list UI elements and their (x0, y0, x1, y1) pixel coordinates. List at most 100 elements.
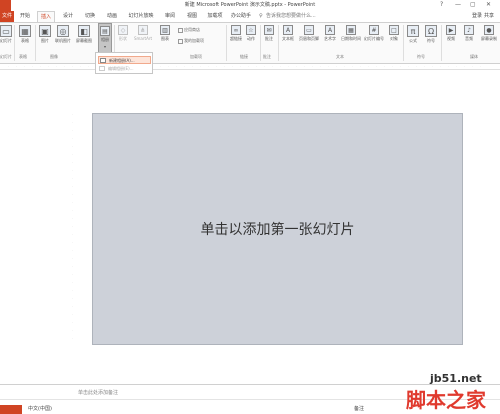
ruler-tick: · (408, 64, 409, 68)
tell-me-search[interactable]: 告诉我您想要做什么... (266, 11, 328, 22)
smartart-button[interactable]: ⋔ SmartArt (131, 25, 155, 41)
tab-file[interactable]: 文件 (0, 11, 14, 22)
ruler-tick: · (208, 64, 209, 68)
slide-number-button[interactable]: # 幻灯片编号 (364, 25, 384, 42)
table-button[interactable]: ▦ 表格 (17, 25, 33, 44)
ruler-tick: · (72, 184, 73, 188)
ruler-tick: · (448, 64, 449, 68)
tab-slideshow[interactable]: 幻灯片放映 (126, 11, 156, 22)
slide[interactable]: 单击以添加第一张幻灯片 (92, 113, 463, 345)
tab-transitions[interactable]: 切换 (82, 11, 98, 22)
ruler-tick: · (32, 64, 33, 68)
tab-home[interactable]: 开始 (17, 11, 33, 22)
ruler-tick: · (472, 64, 473, 68)
ruler-tick: · (24, 64, 25, 68)
tab-view[interactable]: 视图 (184, 11, 200, 22)
datetime-button[interactable]: ▦ 日期和时间 (341, 25, 361, 42)
hyperlink-icon: ∞ (231, 25, 241, 35)
restore-icon[interactable]: ▢ (470, 1, 476, 9)
separator (403, 25, 404, 61)
tab-insert[interactable]: 插入 (37, 11, 55, 22)
ruler-tick: · (8, 64, 9, 68)
ruler-tick: · (64, 64, 65, 68)
new-slide-button[interactable]: ▭ 幻灯片 (0, 25, 12, 44)
separator (278, 25, 279, 61)
watermark: jb51.net 脚本之家 (398, 370, 500, 414)
screenshot-button[interactable]: ◧ 屏幕截图 (76, 25, 92, 44)
separator (226, 25, 227, 61)
ribbon-tabs: 文件 开始 插入 设计 切换 动画 幻灯片放映 审阅 视图 加载项 办公助手 ♀… (0, 11, 500, 22)
ruler-tick: · (200, 64, 201, 68)
edit-album-item[interactable]: 编辑相册(E)... (98, 65, 151, 73)
my-addins-button[interactable]: 我的加载项 (178, 38, 204, 44)
ruler-tick: · (56, 64, 57, 68)
photo-album-dropdown: 新建相册(A)... 编辑相册(E)... (95, 52, 153, 74)
tab-design[interactable]: 设计 (60, 11, 76, 22)
audio-button[interactable]: ♪ 音频 (461, 25, 477, 42)
shapes-button[interactable]: ◇ 形状 (115, 25, 131, 42)
notes-placeholder[interactable]: 单击此处添加备注 (78, 389, 118, 396)
minimize-icon[interactable]: — (455, 1, 461, 9)
ruler-tick: · (400, 64, 401, 68)
object-icon: □ (389, 25, 399, 35)
separator (14, 25, 15, 61)
ruler-tick: · (72, 248, 73, 252)
equation-button[interactable]: π 公式 (405, 25, 421, 44)
tab-review[interactable]: 审阅 (162, 11, 178, 22)
login-link[interactable]: 登录 (472, 11, 482, 22)
ruler-tick: · (456, 64, 457, 68)
picture-button[interactable]: ▣ 图片 (37, 25, 53, 44)
ruler-tick: · (240, 64, 241, 68)
screenshot-icon: ◧ (78, 25, 90, 37)
share-button[interactable]: 共享 (484, 11, 494, 22)
notes-toggle-button[interactable]: 备注 (354, 405, 364, 412)
tab-animations[interactable]: 动画 (104, 11, 120, 22)
ruler-tick: · (72, 160, 73, 164)
header-footer-button[interactable]: ▭ 页眉和页脚 (298, 25, 320, 42)
ruler-tick: · (72, 240, 73, 244)
object-button[interactable]: □ 对象 (386, 25, 402, 42)
ruler-tick: · (40, 64, 41, 68)
ruler-tick: · (48, 64, 49, 68)
ruler-tick: · (72, 280, 73, 284)
slide-icon: ▭ (0, 25, 12, 37)
ruler-tick: · (72, 328, 73, 332)
screen-record-button[interactable]: ● 屏幕录制 (479, 25, 499, 42)
close-icon[interactable]: ✕ (486, 1, 491, 9)
ruler-tick: · (384, 64, 385, 68)
textbox-button[interactable]: A 文本框 (280, 25, 296, 42)
ruler-tick: · (312, 64, 313, 68)
ruler-tick: · (72, 144, 73, 148)
ruler-tick: · (72, 200, 73, 204)
ruler-tick: · (160, 64, 161, 68)
status-language[interactable]: 中文(中国) (28, 405, 52, 412)
comment-button[interactable]: ✉ 批注 (261, 25, 277, 42)
chart-button[interactable]: ▥ 图表 (157, 25, 173, 42)
group-label-text: 文本 (336, 54, 344, 59)
symbol-button[interactable]: Ω 符号 (423, 25, 439, 44)
tab-addins[interactable]: 加载项 (206, 11, 224, 22)
edit-album-icon (99, 66, 105, 71)
help-icon[interactable]: ? (440, 1, 443, 9)
video-button[interactable]: ▶ 视频 (443, 25, 459, 42)
wordart-button[interactable]: A 艺术字 (322, 25, 338, 42)
chart-icon: ▥ (160, 25, 170, 35)
slide-placeholder[interactable]: 单击以添加第一张幻灯片 (201, 219, 355, 239)
ruler-tick: · (344, 64, 345, 68)
ruler-tick: · (16, 64, 17, 68)
action-button[interactable]: ☆ 动作 (243, 25, 259, 42)
tab-office-assistant[interactable]: 办公助手 (230, 11, 252, 22)
hyperlink-button[interactable]: ∞ 超链接 (228, 25, 244, 42)
photo-album-button[interactable]: ▤ 相册 ▾ (98, 23, 112, 53)
vertical-ruler: · · · · · · · · · · · · · · · · · · · · · · · · · · · · · (71, 112, 77, 344)
group-label-addins: 加载项 (190, 54, 202, 59)
app-store-button[interactable]: 应用商店 (178, 27, 200, 33)
separator (35, 25, 36, 61)
ruler-tick: · (440, 64, 441, 68)
calendar-icon: ▦ (346, 25, 356, 35)
separator (441, 25, 442, 61)
new-album-item[interactable]: 新建相册(A)... (98, 56, 151, 64)
table-icon: ▦ (19, 25, 31, 37)
online-picture-button[interactable]: ◎ 联机图片 (55, 25, 71, 44)
ruler-tick: · (216, 64, 217, 68)
